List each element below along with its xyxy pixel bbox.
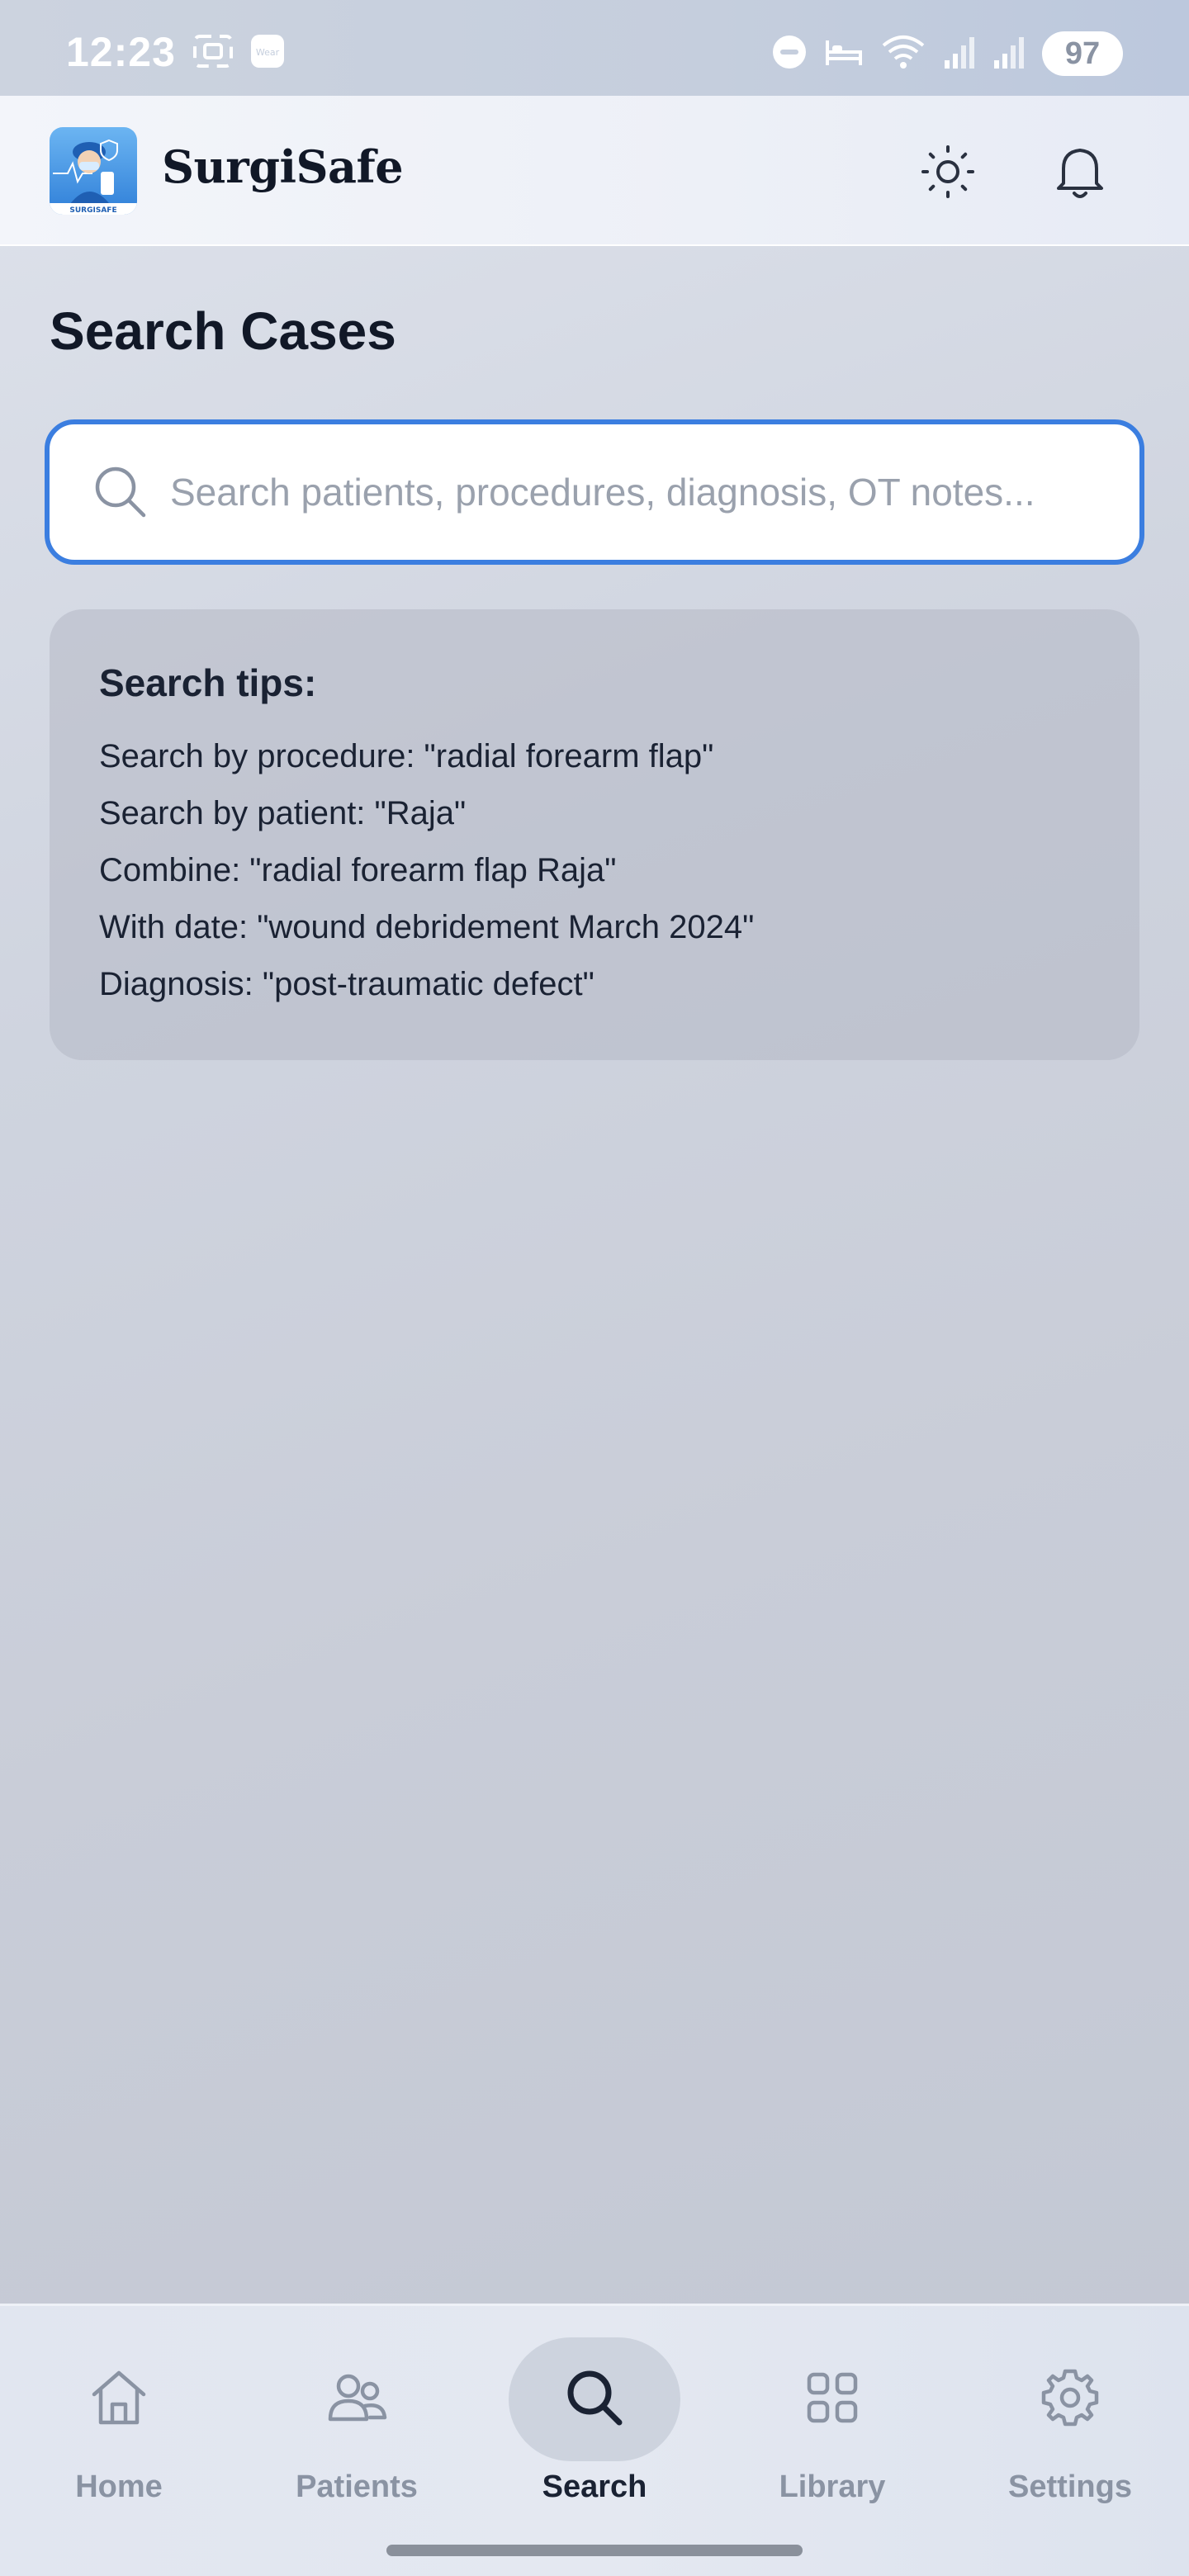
tip-item: Combine: "radial forearm flap Raja" [99, 852, 617, 888]
nav-item-library[interactable]: Library [713, 2306, 951, 2529]
theme-toggle-button[interactable] [915, 140, 981, 206]
bed-icon [824, 36, 864, 73]
svg-text:Wear: Wear [256, 47, 280, 58]
app-name: SurgiSafe [162, 140, 404, 193]
status-right: 97 [771, 31, 1123, 76]
wear-icon: Wear [249, 33, 286, 73]
tip-item: With date: "wound debridement March 2024… [99, 909, 755, 945]
search-icon [560, 2363, 629, 2436]
page-title: Search Cases [50, 301, 396, 361]
nav-label: Library [779, 2469, 886, 2504]
search-box[interactable] [45, 419, 1144, 565]
status-left-icons: Wear [192, 33, 286, 73]
tip-item: Diagnosis: "post-traumatic defect" [99, 966, 594, 1002]
nav-item-patients[interactable]: Patients [238, 2306, 476, 2529]
nav-label: Search [542, 2469, 647, 2504]
users-icon [324, 2365, 390, 2435]
nav-label: Settings [1008, 2469, 1132, 2504]
tip-item: Search by patient: "Raja" [99, 795, 467, 831]
status-time: 12:23 [66, 29, 176, 75]
gear-icon [1037, 2365, 1103, 2435]
signal-icon [992, 34, 1026, 74]
search-icon [91, 462, 150, 522]
screenshot-icon [192, 33, 234, 73]
tips-title: Search tips: [99, 661, 317, 704]
notifications-button[interactable] [1047, 140, 1113, 206]
bottom-nav: Home Patients Search Library Settings [0, 2304, 1189, 2576]
grid-icon [799, 2365, 865, 2435]
nav-item-search[interactable]: Search [476, 2306, 713, 2529]
battery-indicator: 97 [1042, 31, 1123, 76]
bell-icon [1052, 142, 1108, 206]
nav-label: Patients [296, 2469, 418, 2504]
do-not-disturb-icon [771, 34, 808, 74]
wifi-icon [880, 34, 926, 74]
app-logo: SURGISAFE [50, 127, 137, 215]
sun-icon [920, 144, 976, 204]
tip-item: Search by procedure: "radial forearm fla… [99, 738, 714, 774]
home-indicator[interactable] [386, 2545, 803, 2556]
app-header: SURGISAFE SurgiSafe [0, 96, 1189, 246]
logo-text: SURGISAFE [69, 206, 116, 215]
nav-item-settings[interactable]: Settings [951, 2306, 1189, 2529]
search-tips-card: Search tips: Search by procedure: "radia… [50, 609, 1139, 1060]
signal-icon [943, 34, 976, 74]
nav-item-home[interactable]: Home [0, 2306, 238, 2529]
nav-label: Home [75, 2469, 163, 2504]
search-input[interactable] [168, 469, 1113, 515]
status-bar: 12:23 Wear 97 [0, 0, 1189, 96]
home-icon [86, 2365, 152, 2435]
